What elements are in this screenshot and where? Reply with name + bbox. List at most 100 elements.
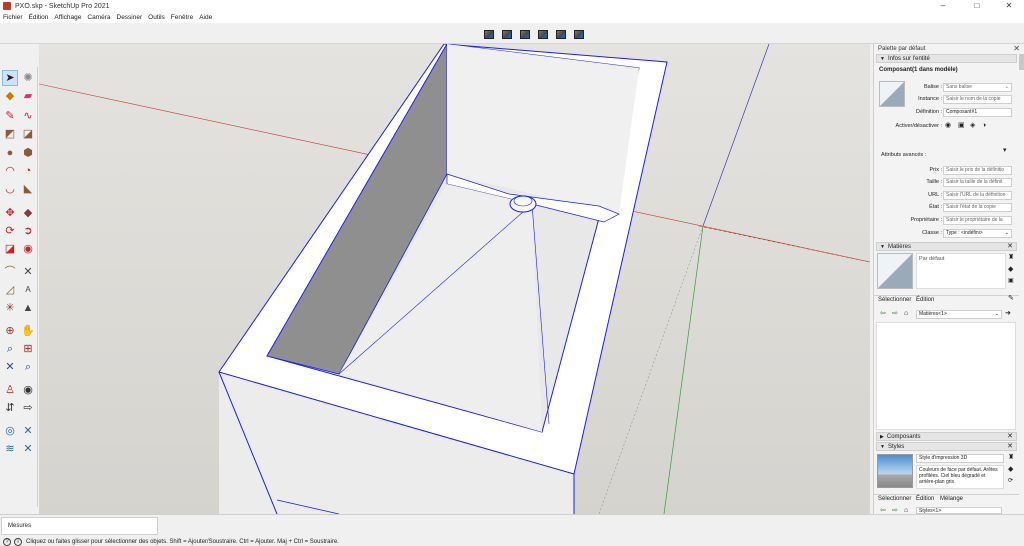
styles-tab-mix[interactable]: Mélange (940, 496, 963, 502)
styles-header[interactable]: ▼ Styles ✕ (876, 442, 1017, 451)
details-arrow-icon[interactable]: ➜ (1005, 310, 1011, 317)
materials-close-icon[interactable]: ✕ (1007, 243, 1013, 251)
materials-tab-select[interactable]: Sélectionner (878, 297, 911, 303)
receive-shadows-icon[interactable]: ◈ (970, 122, 975, 129)
minimize-button[interactable]: – (928, 0, 958, 12)
menu-edition[interactable]: Édition (29, 14, 49, 21)
protractor-icon[interactable]: ◿ (2, 282, 18, 298)
scale-icon[interactable]: ◪ (2, 241, 18, 257)
section-fill-icon[interactable]: ✕ (20, 441, 36, 457)
walk-icon[interactable]: ⇵ (2, 400, 18, 416)
materials-tab-edit[interactable]: Édition (916, 297, 934, 303)
update-style-icon[interactable]: ♜ (1008, 454, 1014, 461)
cast-shadows-icon[interactable]: ◑ (982, 122, 986, 129)
help-icon[interactable]: ? (3, 538, 11, 546)
view-back-button[interactable] (553, 26, 569, 42)
size-input[interactable]: Saisir la taille de la définit (943, 178, 1012, 187)
materials-header[interactable]: ▼ Matières ✕ (876, 242, 1017, 251)
materials-grid[interactable] (876, 322, 1016, 430)
close-button[interactable]: ✕ (994, 0, 1024, 12)
components-close-icon[interactable]: ✕ (1007, 433, 1013, 441)
sandbox-icon[interactable]: ≋ (2, 441, 18, 457)
push-pull-icon[interactable]: ◆ (20, 205, 36, 221)
components-header[interactable]: ▶ Composants ✕ (876, 432, 1017, 441)
menu-fenetre[interactable]: Fenêtre (171, 14, 193, 21)
move-icon[interactable]: ✥ (2, 205, 18, 221)
lasso-icon[interactable]: ✺ (20, 70, 36, 86)
freehand-icon[interactable]: ∿ (20, 108, 36, 124)
instance-input[interactable]: Saisir le nom de la copie (943, 95, 1012, 104)
menu-outils[interactable]: Outils (148, 14, 165, 21)
measurements-box[interactable]: Mesures (1, 517, 158, 535)
styles-tab-edit[interactable]: Édition (916, 496, 934, 502)
forward-icon[interactable]: ⇨ (892, 507, 898, 514)
style-name-input[interactable]: Style d'impression 3D (916, 454, 1004, 463)
material-swatch[interactable] (877, 253, 913, 289)
menu-dessiner[interactable]: Dessiner (117, 14, 143, 21)
state-input[interactable]: Saisir l'état de la copie (943, 203, 1012, 212)
view-left-button[interactable] (571, 26, 587, 42)
view-top-button[interactable] (499, 26, 515, 42)
tape-measure-icon[interactable]: ⌒ (2, 264, 18, 280)
styles-close-icon[interactable]: ✕ (1007, 443, 1013, 451)
look-around-icon[interactable]: ◉ (20, 382, 36, 398)
pan-icon[interactable]: ✋ (20, 323, 36, 339)
circle-icon[interactable]: ● (2, 145, 18, 161)
attributes-toggle-icon[interactable]: ▾ (1003, 147, 1007, 154)
styles-collection-select[interactable]: Styles<1> (916, 507, 1002, 514)
home-icon[interactable]: ⌂ (904, 310, 908, 317)
section-cut-icon[interactable]: ✕ (20, 423, 36, 439)
create-style-icon[interactable]: ◆ (1008, 466, 1013, 473)
follow-me-icon[interactable]: ➲ (20, 223, 36, 239)
material-name[interactable]: Par défaut (916, 253, 1006, 289)
materials-collection-select[interactable]: Matières<1> ⌄ (916, 310, 1002, 319)
class-select[interactable]: Type : <indéfini> ⌄ (943, 229, 1012, 238)
arc-icon[interactable]: ◠ (2, 163, 18, 179)
previous-view-icon[interactable]: ⌕ (20, 359, 36, 375)
entity-swatch[interactable] (879, 81, 905, 107)
view-front-button[interactable] (517, 26, 533, 42)
pencil-icon[interactable]: ✎ (2, 108, 18, 124)
forward-icon[interactable]: ⇨ (892, 310, 898, 317)
3d-text-icon[interactable]: ▲ (20, 300, 36, 316)
zoom-icon[interactable]: ⌕ (2, 341, 18, 357)
display-section-icon[interactable]: ◎ (2, 423, 18, 439)
offset-icon[interactable]: ◉ (20, 241, 36, 257)
drawing-viewport[interactable] (39, 44, 870, 514)
view-iso-button[interactable] (481, 26, 497, 42)
orbit-icon[interactable]: ⊕ (2, 323, 18, 339)
style-description[interactable]: Couleurs de face par défaut. Arêtes prof… (916, 465, 1004, 489)
url-input[interactable]: Saisir l'URL de la définition (943, 191, 1012, 200)
menu-aide[interactable]: Aide (199, 14, 212, 21)
sample-paint-icon[interactable]: ♜ (1008, 254, 1014, 261)
definition-input[interactable]: Composant#1 (943, 108, 1012, 117)
eraser-icon[interactable]: ▰ (20, 88, 36, 104)
dimension-icon[interactable]: ✕ (20, 264, 36, 280)
text-icon[interactable]: A (20, 282, 36, 298)
position-camera-icon[interactable]: ♙ (2, 382, 18, 398)
style-thumbnail[interactable] (877, 454, 913, 488)
paint-bucket-icon[interactable]: ◆ (2, 88, 18, 104)
zoom-extents-icon[interactable]: ✕ (2, 359, 18, 375)
styles-tab-select[interactable]: Sélectionner (878, 496, 911, 502)
lock-icon[interactable]: ▣ (958, 122, 965, 129)
three-point-arc-icon[interactable]: ◣ (20, 181, 36, 197)
rotated-rectangle-icon[interactable]: ◪ (20, 126, 36, 142)
drain-hole[interactable] (509, 195, 537, 213)
create-material-icon[interactable]: ◆ (1008, 266, 1013, 273)
section-plane-icon[interactable]: ⇨ (20, 400, 36, 416)
axes-icon[interactable]: ✳ (2, 300, 18, 316)
back-icon[interactable]: ⇦ (880, 507, 886, 514)
model-canvas[interactable] (39, 44, 870, 514)
polygon-icon[interactable]: ⬢ (20, 145, 36, 161)
view-right-button[interactable] (535, 26, 551, 42)
back-icon[interactable]: ⇦ (880, 310, 886, 317)
rotate-icon[interactable]: ⟳ (2, 223, 18, 239)
two-point-arc-icon[interactable]: ◡ (2, 181, 18, 197)
tray-scrollbar[interactable] (1019, 54, 1024, 70)
rectangle-icon[interactable]: ◩ (2, 126, 18, 142)
pie-icon[interactable]: ◔ (20, 163, 36, 179)
entity-info-header[interactable]: ▼ Infos sur l'entité (876, 54, 1017, 63)
menu-fichier[interactable]: Fichier (3, 14, 23, 21)
price-input[interactable]: Saisir le prix de la définitio (943, 166, 1012, 175)
